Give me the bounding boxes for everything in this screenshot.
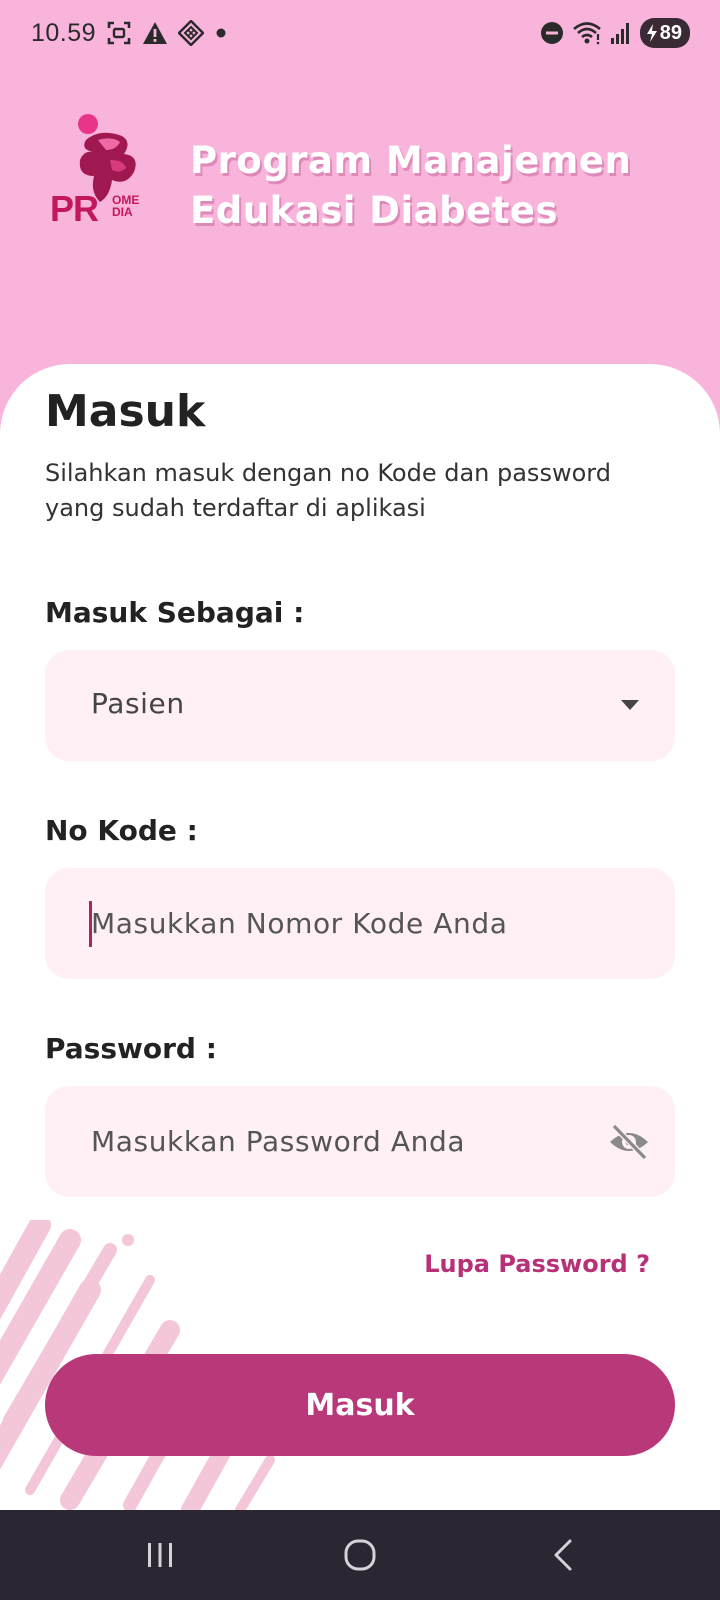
app-title-line-2: Edukasi Diabetes (190, 189, 559, 232)
recent-apps-button[interactable] (130, 1528, 190, 1582)
password-input[interactable] (91, 1086, 611, 1197)
eye-off-icon[interactable] (607, 1122, 651, 1162)
home-button[interactable] (330, 1528, 390, 1582)
battery-charging-icon (646, 24, 657, 42)
role-label: Masuk Sebagai : (45, 596, 305, 629)
app-title-line-1: Program Manajemen (190, 139, 632, 182)
status-time: 10.59 (31, 19, 97, 47)
logo-subtext-bottom: DIA (112, 205, 133, 219)
status-left-icons (106, 20, 228, 46)
system-nav-bar (0, 1510, 720, 1600)
logo-subtext: OME DIA (112, 194, 139, 218)
code-input[interactable] (91, 868, 611, 979)
app-header: PR OME DIA Program Manajemen Edukasi Dia… (0, 100, 720, 270)
page-title: Masuk (45, 386, 206, 437)
role-dropdown[interactable]: Pasien (45, 650, 675, 761)
status-bar: 10.59 89 (0, 0, 720, 70)
warning-icon (143, 22, 167, 44)
app-icon (178, 20, 204, 46)
battery-level: 89 (659, 21, 682, 44)
screenshot-icon (107, 21, 131, 45)
page-subtitle: Silahkan masuk dengan no Kode dan passwo… (45, 459, 611, 522)
battery-indicator: 89 (639, 18, 690, 48)
back-button[interactable] (533, 1528, 593, 1582)
dot-icon (216, 28, 226, 38)
login-screen: 10.59 89 PR OME DIA Program Manajemen Ed… (0, 0, 720, 1600)
dropdown-arrow-icon (621, 700, 639, 710)
wifi-icon (572, 22, 601, 45)
app-title: Program Manajemen Edukasi Diabetes (190, 136, 631, 236)
status-right-icons: 89 (540, 18, 690, 48)
logo-text: PR (50, 188, 99, 229)
do-not-disturb-icon (540, 22, 563, 44)
password-field[interactable] (45, 1086, 675, 1197)
forgot-password-link[interactable]: Lupa Password ? (424, 1250, 650, 1278)
recent-apps-icon (148, 1543, 172, 1567)
home-icon (344, 1539, 376, 1571)
role-selected-value: Pasien (91, 687, 185, 720)
app-logo: PR OME DIA (50, 110, 170, 235)
password-label: Password : (45, 1032, 217, 1065)
signal-icon (610, 23, 629, 44)
login-submit-button[interactable]: Masuk (45, 1354, 675, 1456)
back-icon (554, 1539, 572, 1571)
code-field[interactable] (45, 868, 675, 979)
code-label: No Kode : (45, 814, 198, 847)
